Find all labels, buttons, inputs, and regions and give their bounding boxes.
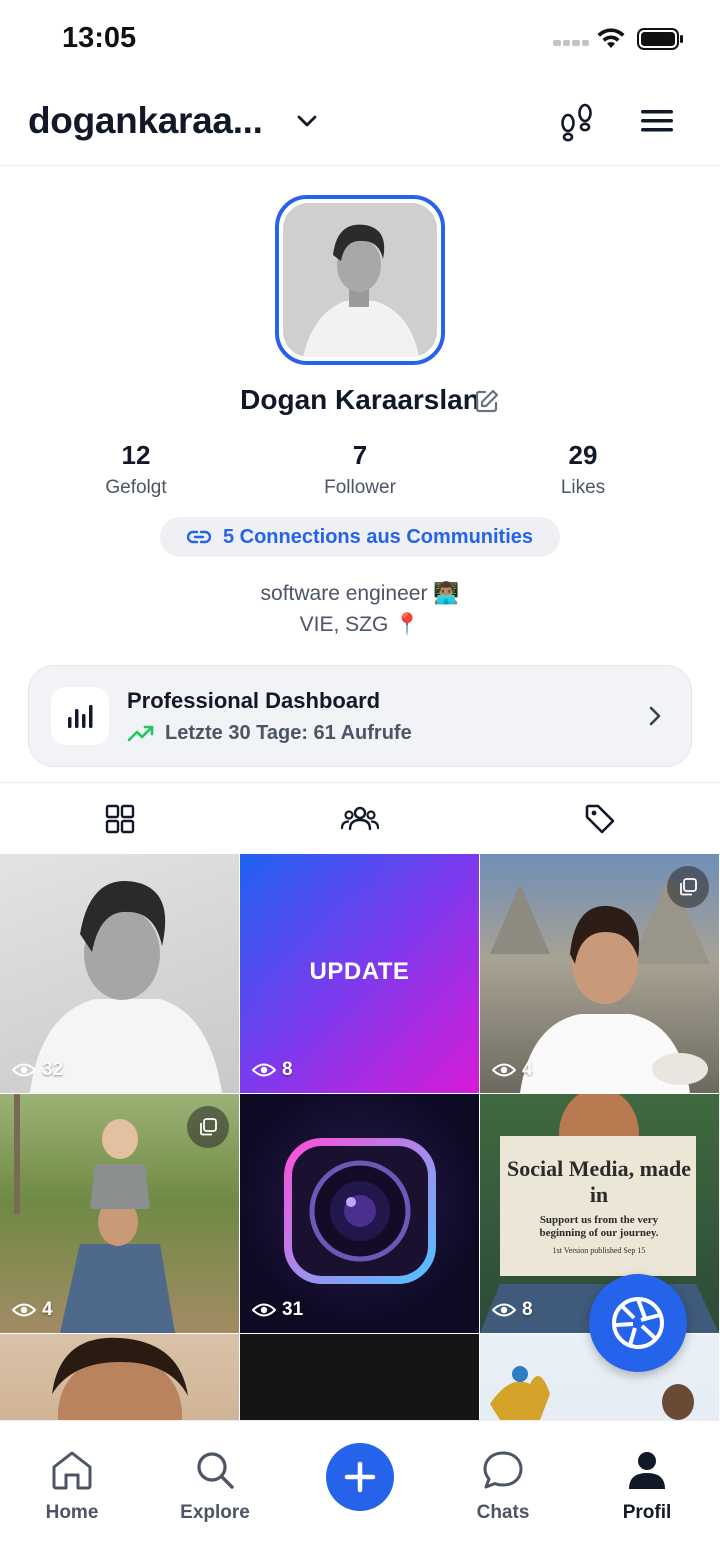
post-thumbnail[interactable]: 4 [480, 854, 719, 1093]
post-thumbnail[interactable]: 32 [0, 854, 239, 1093]
menu-icon[interactable] [639, 106, 675, 136]
nav-home-label: Home [45, 1502, 99, 1523]
post-thumbnail[interactable] [240, 1334, 479, 1420]
tab-tagged[interactable] [580, 801, 620, 837]
profile-tabs [0, 782, 720, 854]
avatar-ring[interactable] [275, 195, 445, 365]
stat-following-label: Gefolgt [105, 477, 167, 498]
view-count: 31 [252, 1299, 303, 1321]
stat-likes[interactable]: 29 Likes [503, 440, 663, 499]
view-count: 32 [12, 1059, 63, 1081]
bar-chart-icon [51, 687, 109, 745]
home-icon [52, 1451, 92, 1490]
edit-icon[interactable] [474, 388, 500, 414]
post-overlay-text: UPDATE [309, 958, 410, 985]
newspaper-headline: Social Media, made in [507, 1156, 691, 1207]
nav-home[interactable]: Home [17, 1449, 127, 1524]
link-icon [186, 530, 211, 544]
create-post-button[interactable] [326, 1443, 394, 1511]
nav-chats[interactable]: Chats [448, 1449, 558, 1524]
camera-button[interactable] [589, 1274, 687, 1372]
post-thumbnail[interactable]: 31 [240, 1094, 479, 1333]
professional-dashboard-card[interactable]: Professional Dashboard Letzte 30 Tage: 6… [28, 665, 692, 767]
dashboard-subtitle-row: Letzte 30 Tage: 61 Aufrufe [127, 722, 412, 745]
view-count: 4 [12, 1299, 53, 1321]
stat-likes-value: 29 [568, 440, 598, 470]
view-count: 4 [492, 1059, 533, 1081]
trending-up-icon [127, 725, 154, 741]
post-thumbnail[interactable]: UPDATE 8 [240, 854, 479, 1093]
bio-line-2: VIE, SZG 📍 [299, 613, 421, 636]
multiple-images-icon [667, 866, 709, 908]
newspaper-text: Social Media, made in Support us from th… [504, 1156, 694, 1255]
stat-followers[interactable]: 7 Follower [280, 440, 440, 499]
tab-grid[interactable] [100, 801, 140, 837]
nav-explore-label: Explore [180, 1502, 250, 1523]
battery-icon [637, 28, 683, 50]
eye-icon [12, 1063, 36, 1077]
tab-community[interactable] [340, 801, 380, 837]
profile-name: Dogan Karaarslan [240, 384, 480, 415]
view-count-value: 32 [42, 1059, 64, 1080]
nav-profile[interactable]: Profil [592, 1449, 702, 1524]
users-icon [341, 806, 379, 831]
eye-icon [492, 1303, 516, 1317]
signal-icon [553, 40, 589, 48]
plus-icon [344, 1461, 376, 1493]
stat-following-value: 12 [121, 440, 151, 470]
newspaper-footnote: 1st Version published Sep 15 [552, 1246, 646, 1255]
chat-bubble-icon [483, 1451, 523, 1489]
profile-header: dogankaraa... [0, 80, 720, 166]
tag-icon [585, 804, 615, 834]
wifi-icon [597, 28, 625, 48]
eye-icon [492, 1063, 516, 1077]
nav-chats-label: Chats [476, 1502, 530, 1523]
multiple-images-icon [187, 1106, 229, 1148]
eye-icon [252, 1063, 276, 1077]
avatar [283, 203, 437, 357]
status-bar: 13:05 [0, 0, 720, 80]
account-switcher[interactable]: dogankaraa... [28, 100, 263, 142]
user-icon [629, 1452, 665, 1489]
view-count: 8 [252, 1059, 293, 1081]
stat-followers-value: 7 [352, 440, 368, 470]
grid-icon [105, 804, 135, 834]
view-count-value: 8 [522, 1299, 533, 1320]
dashboard-subtitle: Letzte 30 Tage: 61 Aufrufe [165, 722, 412, 744]
view-count-value: 31 [282, 1299, 304, 1320]
eye-icon [12, 1303, 36, 1317]
view-count-value: 8 [282, 1059, 293, 1080]
bottom-navigation: Home Explore Chats Profil [0, 1420, 720, 1558]
stat-followers-label: Follower [324, 477, 396, 498]
profile-name-row: Dogan Karaarslan [0, 384, 720, 416]
view-count: 8 [492, 1299, 533, 1321]
post-thumbnail[interactable]: 4 [0, 1094, 239, 1333]
status-time: 13:05 [62, 22, 137, 54]
view-count-value: 4 [42, 1299, 53, 1320]
chevron-down-icon[interactable] [294, 108, 320, 134]
search-icon [197, 1452, 234, 1489]
nav-explore[interactable]: Explore [160, 1449, 270, 1524]
aperture-icon [612, 1297, 664, 1349]
eye-icon [252, 1303, 276, 1317]
nav-profile-label: Profil [622, 1502, 672, 1523]
post-thumbnail[interactable] [0, 1334, 239, 1420]
view-count-value: 4 [522, 1059, 533, 1080]
footprints-icon[interactable] [556, 102, 598, 144]
connections-label: 5 Connections aus Communities [222, 525, 534, 548]
stat-following[interactable]: 12 Gefolgt [56, 440, 216, 499]
chevron-right-icon [649, 706, 661, 726]
stat-likes-label: Likes [560, 477, 606, 498]
dashboard-title: Professional Dashboard [127, 688, 381, 713]
newspaper-subheadline: Support us from the very beginning of ou… [539, 1214, 659, 1239]
profile-bio: software engineer 👨🏽‍💻 VIE, SZG 📍 [0, 578, 720, 640]
bio-line-1: software engineer 👨🏽‍💻 [260, 582, 460, 605]
connections-button[interactable]: 5 Connections aus Communities [160, 517, 560, 557]
